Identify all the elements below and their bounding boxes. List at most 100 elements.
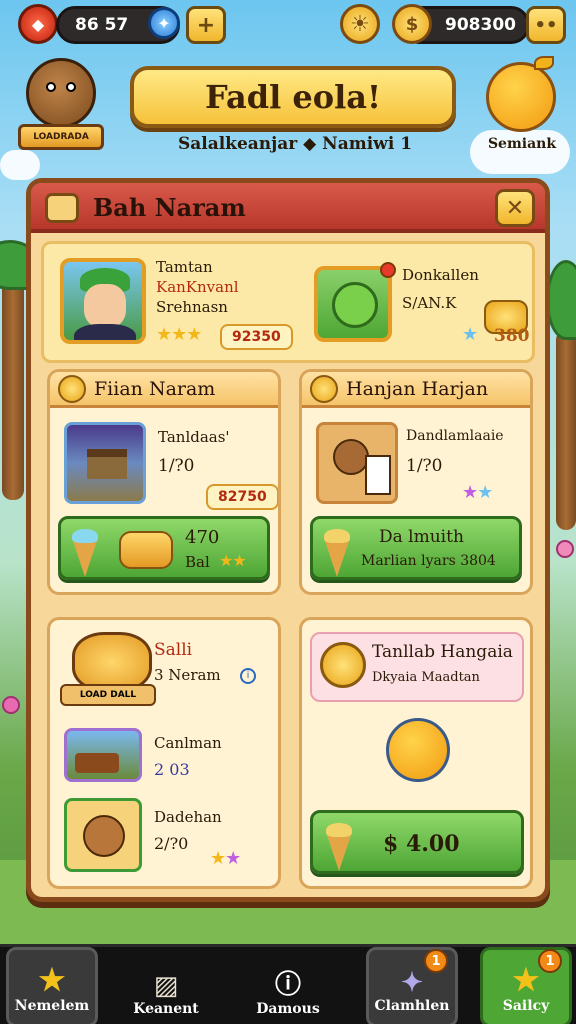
hero-line3: Srehnasn	[156, 298, 228, 316]
menu-button[interactable]: ••	[526, 6, 566, 44]
flower-left	[2, 696, 20, 714]
orange-fruit-icon[interactable]	[486, 62, 556, 132]
settings-gear-icon[interactable]: ☀	[340, 4, 380, 44]
temple-shape	[87, 449, 127, 479]
section-left-price[interactable]: 82750	[206, 484, 278, 510]
fox-face	[83, 815, 125, 857]
sale-badge: 1	[538, 949, 562, 973]
hero-avatar[interactable]	[60, 258, 146, 344]
ice-cream-icon	[327, 835, 351, 871]
nav-label: Clamhlen	[374, 998, 450, 1014]
close-button[interactable]: ✕	[495, 189, 535, 227]
ice-cream-top	[324, 529, 350, 543]
panel-header: Bah Naram ✕	[31, 183, 545, 233]
section-left-buy-button[interactable]: 470 Bal ★★	[58, 516, 270, 580]
purple-blue-stars: ★★	[462, 482, 493, 503]
lower-left-badge-title: Salli	[154, 640, 193, 660]
hero-face	[84, 284, 126, 328]
pet-avatar[interactable]	[314, 266, 392, 342]
wagon-shape	[75, 753, 119, 773]
ice-cream-top	[72, 529, 98, 543]
section-left-header: Fiian Naram	[50, 372, 278, 408]
section-right-btn-title: Da lmuith	[379, 527, 464, 547]
info-circle-icon: ⓘ	[274, 970, 301, 1000]
ice-cream-top	[326, 823, 352, 837]
bear-board	[365, 455, 391, 495]
palm-leaf-right	[546, 260, 576, 340]
page-title: Fadl eola!	[204, 78, 381, 116]
hero-line1: Tamtan	[156, 258, 213, 276]
close-icon: ✕	[505, 195, 525, 221]
mascot-eyes	[46, 82, 76, 94]
deal-buy-button[interactable]: $ 4.00	[310, 810, 524, 874]
section-right-title: Hanjan Harjan	[346, 377, 489, 400]
bear-face	[333, 439, 369, 475]
section-right-header: Hanjan Harjan	[302, 372, 530, 408]
section-left-card: Fiian Naram Tanldaas' 1/?0 82750 470 Bal…	[47, 369, 281, 595]
orange-leaf-icon	[534, 56, 554, 70]
nav-item-shop[interactable]: ▨ Keanent	[120, 947, 212, 1024]
flower-right	[556, 540, 574, 558]
section-right-buy-button[interactable]: Da lmuith Marlian lyars 3804	[310, 516, 522, 580]
temple-thumbnail[interactable]	[64, 422, 146, 504]
gift-icon	[45, 193, 79, 223]
featured-row: Tamtan KanKnvanl Srehnasn ★★★ 92350 Donk…	[41, 241, 535, 363]
bread-icon	[119, 531, 173, 569]
compass-icon[interactable]: ✦	[148, 7, 180, 39]
ruby-icon[interactable]: ◆	[18, 4, 58, 44]
nav-item-home[interactable]: ★ Nemelem	[6, 947, 98, 1024]
page-subtitle: Salalkeanjar ◆ Namiwi 1	[177, 134, 413, 154]
hero-body	[74, 324, 136, 340]
creature-icon: ✦	[401, 968, 423, 998]
lower-right-card: Tanllab Hangaia Dkyaia Maadtan $ 4.00	[299, 617, 533, 889]
lower-left-item2-name: Dadehan	[154, 808, 222, 826]
gold-purple-stars: ★★	[210, 848, 241, 869]
section-left-title: Fiian Naram	[94, 377, 216, 400]
palm-trunk-left	[2, 280, 24, 500]
lower-left-item2-value: 2/?0	[154, 834, 189, 853]
shop-panel: Bah Naram ✕ Tamtan KanKnvanl Srehnasn ★★…	[26, 178, 550, 902]
deal-buy-label: $ 4.00	[383, 831, 460, 857]
bear-thumbnail[interactable]	[316, 422, 398, 504]
section-right-item-count: 1/?0	[406, 456, 443, 476]
nav-item-info[interactable]: ⓘ Damous	[242, 947, 334, 1024]
add-gems-button[interactable]: +	[186, 6, 226, 44]
medal-icon	[310, 375, 338, 403]
orange-fruit-icon	[386, 718, 450, 782]
nav-label: Keanent	[133, 1001, 199, 1017]
info-icon[interactable]: i	[240, 668, 256, 684]
top-bar: ◆ 86 57 ✦ + ☀ 908300 $ ••	[0, 0, 576, 50]
section-right-item-name: Dandlamlaaie	[406, 428, 504, 444]
section-left-btn-label: Bal	[185, 553, 210, 571]
section-left-item-name: Tanldaas'	[158, 428, 230, 446]
hero-line2: KanKnvanl	[156, 278, 239, 296]
fox-thumbnail[interactable]	[64, 798, 142, 872]
nav-label: Nemelem	[14, 998, 90, 1014]
panel-title: Bah Naram	[93, 193, 246, 222]
btn-stars: ★★	[219, 551, 247, 570]
clan-badge: 1	[424, 949, 448, 973]
wagon-thumbnail[interactable]	[64, 728, 142, 782]
nav-label: Sailcy	[502, 998, 550, 1014]
hero-price-tag[interactable]: 92350	[220, 324, 293, 350]
pet-name: Donkallen	[402, 266, 479, 284]
logo-ribbon: LOADRADA	[18, 124, 104, 150]
bonus-label: Semiank	[487, 136, 557, 152]
ice-cream-icon	[325, 541, 349, 577]
deal-subtitle: Dkyaia Maadtan	[372, 670, 480, 685]
section-right-btn-sub: Marlian lyars 3804	[361, 553, 496, 569]
coins-value: 908300	[445, 15, 516, 35]
game-logo: LOADRADA	[18, 58, 104, 154]
pet-coin-value: 380	[494, 326, 530, 346]
palm-trunk-right	[556, 330, 576, 530]
lower-left-item1-value: 2 03	[154, 760, 190, 779]
deal-title: Tanllab Hangaia	[372, 642, 513, 662]
lower-left-item1-name: Canlman	[154, 734, 222, 752]
nav-label: Damous	[256, 1001, 320, 1017]
medal-icon	[58, 375, 86, 403]
title-banner: Fadl eola!	[130, 66, 456, 128]
barrel-ribbon: LOAD DALL	[60, 684, 156, 706]
ice-cream-icon	[73, 541, 97, 577]
barrel-logo-icon	[72, 632, 152, 692]
section-left-btn-value: 470	[185, 527, 220, 548]
